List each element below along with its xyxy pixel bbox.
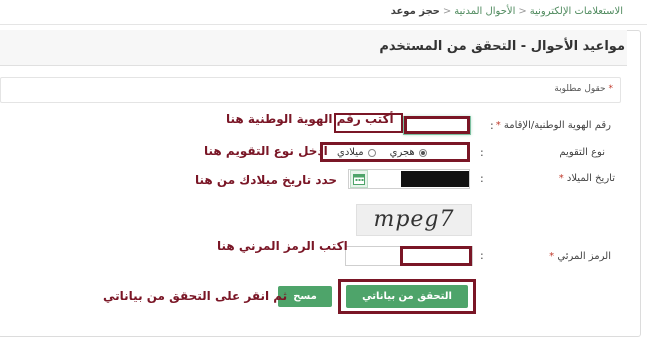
dob-redaction-bar [401, 171, 469, 187]
captcha-label-text: الرمز المرئي [557, 251, 611, 262]
page-title: مواعيد الأحوال - التحقق من المستخدم [379, 39, 625, 54]
colon: : [480, 172, 484, 185]
required-star: * [495, 120, 501, 131]
captcha-annotation: اكتب الرمز المرني هنا [217, 239, 348, 253]
id-number-highlight [404, 116, 470, 134]
id-number-label-text: رقم الهوية الوطنية/الإقامة [503, 120, 611, 131]
calendar-icon [353, 174, 365, 185]
breadcrumb-divider [0, 24, 647, 25]
required-star: * [608, 84, 614, 94]
required-note-text: حقول مطلوبة [554, 84, 606, 94]
colon: : [480, 146, 484, 159]
captcha-image-text: mpeg7 [373, 207, 455, 232]
required-fields-note: * حقول مطلوبة [554, 84, 613, 94]
submit-annotation: ثم انقر على التحقق من بياناتي [103, 289, 288, 303]
calendar-picker-button[interactable] [350, 170, 368, 188]
id-number-label: رقم الهوية الوطنية/الإقامة * [496, 120, 611, 131]
breadcrumb-separator: < [442, 6, 452, 17]
captcha-highlight [400, 246, 472, 266]
id-number-annotation-box [334, 113, 403, 133]
dob-label: تاريخ الميلاد * [559, 173, 615, 184]
colon: : [490, 119, 494, 132]
verify-button[interactable]: التحقق من بياناتي [346, 285, 468, 308]
required-star: * [558, 173, 564, 184]
breadcrumb-root[interactable]: الاستعلامات الإلكترونية [530, 6, 623, 17]
breadcrumb-section[interactable]: الأحوال المدنية [454, 6, 515, 17]
captcha-label: الرمز المرئي * [549, 251, 611, 262]
breadcrumb-separator: < [518, 6, 527, 17]
calendar-type-label: نوع التقويم [559, 147, 605, 158]
dob-annotation: حدد تاريخ ميلادك من هنا [195, 173, 338, 187]
colon: : [480, 249, 484, 262]
calendar-type-highlight [320, 142, 470, 162]
required-star: * [549, 251, 555, 262]
required-note-box [0, 77, 621, 103]
calendar-type-annotation: ادخل نوع التقويم هنا [204, 144, 328, 158]
breadcrumb-current: حجز موعد [390, 6, 440, 17]
breadcrumb: الاستعلامات الإلكترونية<الأحوال المدنية<… [391, 6, 623, 17]
dob-label-text: تاريخ الميلاد [566, 173, 615, 184]
captcha-image: mpeg7 [356, 204, 472, 236]
